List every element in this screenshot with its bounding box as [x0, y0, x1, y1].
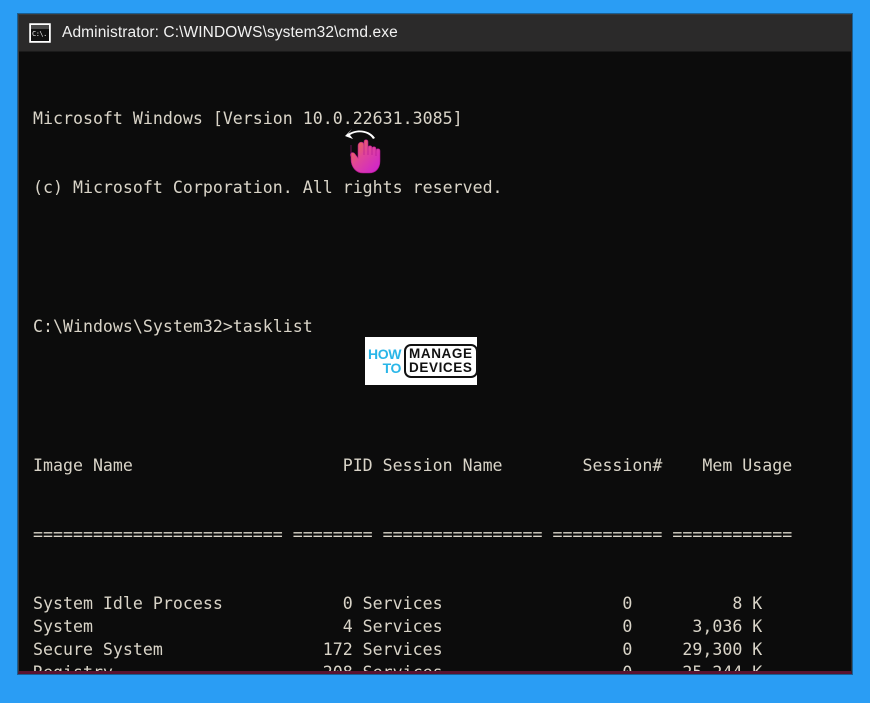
table-row: System Idle Process 0 Services 0 8 K	[33, 594, 763, 614]
window-titlebar[interactable]: C:\. Administrator: C:\WINDOWS\system32\…	[19, 15, 851, 52]
watermark-right-text: MANAGE DEVICES	[404, 344, 478, 378]
screen-background: C:\. Administrator: C:\WINDOWS\system32\…	[0, 0, 870, 703]
cmd-console-icon: C:\.	[29, 23, 51, 43]
command-prompt-window[interactable]: C:\. Administrator: C:\WINDOWS\system32\…	[18, 14, 852, 674]
watermark-to-text: TO	[382, 360, 402, 376]
table-separator-row: ========================= ======== =====…	[33, 524, 793, 544]
table-header-row: Image Name PID Session Name Session# Mem…	[33, 455, 793, 475]
cmd-icon-prompt-text: C:\.	[32, 30, 47, 38]
table-row: Registry 208 Services 0 25,244 K	[33, 663, 763, 674]
watermark-how-text: HOW	[368, 346, 402, 362]
watermark-logo: HOW TO MANAGE DEVICES	[365, 337, 478, 385]
watermark-devices-text: DEVICES	[409, 360, 473, 375]
banner-line-version: Microsoft Windows [Version 10.0.22631.30…	[33, 109, 463, 129]
tasklist-table: System Idle Process 0 Services 0 8 K Syst…	[33, 592, 851, 674]
watermark-left-text: HOW TO	[368, 347, 401, 375]
banner-line-copyright: (c) Microsoft Corporation. All rights re…	[33, 178, 503, 198]
table-row: System 4 Services 0 3,036 K	[33, 617, 763, 637]
watermark-manage-text: MANAGE	[409, 346, 473, 362]
table-row: Secure System 172 Services 0 29,300 K	[33, 640, 763, 660]
window-title: Administrator: C:\WINDOWS\system32\cmd.e…	[62, 24, 398, 41]
prompt-command-line: C:\Windows\System32>tasklist	[33, 317, 313, 337]
